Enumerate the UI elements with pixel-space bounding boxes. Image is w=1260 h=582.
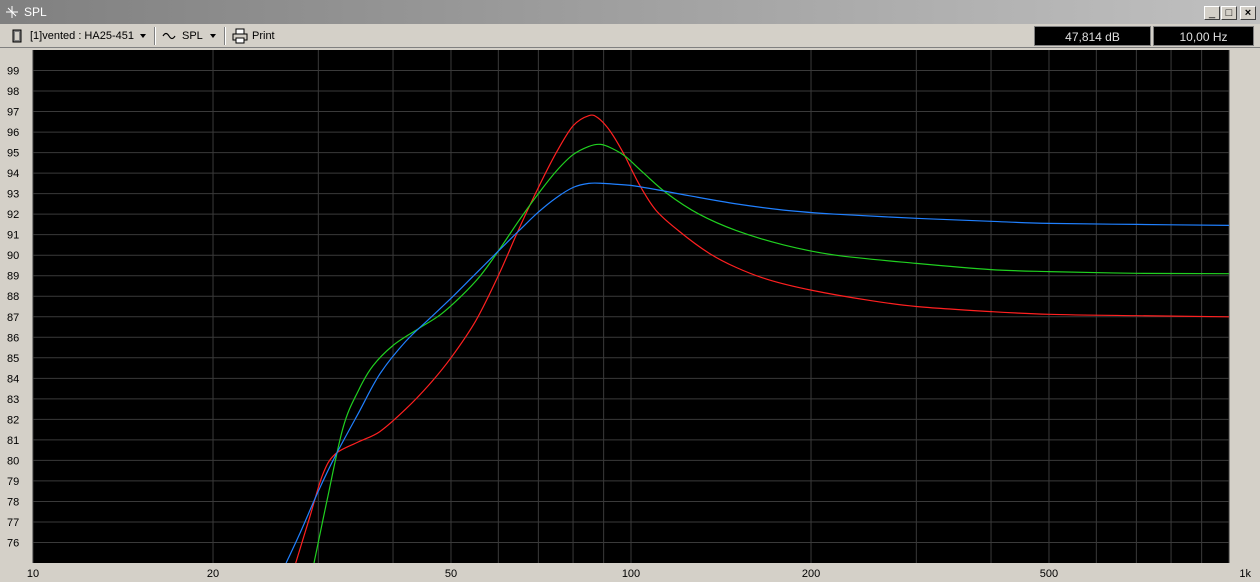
y-tick-label: 83 [7,394,19,406]
printer-icon [232,28,248,44]
y-tick-label: 84 [7,373,19,385]
y-tick-label: 88 [7,291,19,303]
toolbar-separator [224,27,226,45]
y-tick-label: 81 [7,435,19,447]
x-tick-label: 20 [207,568,219,580]
x-tick-label: 500 [1040,568,1058,580]
y-tick-label: 87 [7,312,19,324]
level-readout: 47,814 dB [1034,26,1151,46]
y-tick-label: 94 [7,168,19,180]
title-bar[interactable]: SPL _ □ × [0,0,1260,24]
wave-icon [162,32,176,40]
print-button[interactable]: Print [232,27,282,45]
y-tick-label: 77 [7,517,19,529]
frequency-readout: 10,00 Hz [1153,26,1254,46]
crosshair-icon [6,6,18,18]
y-tick-label: 78 [7,496,19,508]
x-tick-label: 1k [1239,568,1251,580]
y-tick-label: 90 [7,250,19,262]
y-tick-label: 86 [7,332,19,344]
y-tick-label: 92 [7,209,19,221]
y-tick-label: 98 [7,86,19,98]
window-title: SPL [24,5,47,19]
y-tick-label: 85 [7,353,19,365]
speaker-icon [12,29,22,43]
x-tick-label: 100 [622,568,640,580]
y-tick-label: 96 [7,127,19,139]
toolbar: [1]vented : HA25-451 SPL Print 47,814 dB… [0,24,1260,48]
y-tick-label: 76 [7,537,19,549]
y-tick-label: 97 [7,107,19,119]
print-label: Print [252,30,275,42]
y-tick-label: 93 [7,189,19,201]
y-tick-label: 82 [7,414,19,426]
project-dropdown[interactable]: [1]vented : HA25-451 [8,27,150,45]
chevron-down-icon [210,34,216,38]
y-tick-label: 80 [7,455,19,467]
spl-chart-svg[interactable]: 76 77 78 79 80 81 82 83 84 85 86 87 88 89 90 91 92 93 94 95… [0,48,1260,582]
spl-chart[interactable]: 76 77 78 79 80 81 82 83 84 85 86 87 88 89 90 91 92 93 94 95… [0,48,1260,582]
x-tick-label: 10 [27,568,39,580]
y-tick-label: 89 [7,271,19,283]
x-tick-label: 200 [802,568,820,580]
maximize-button[interactable]: □ [1221,6,1237,20]
project-label: [1]vented : HA25-451 [30,30,134,42]
minimize-button[interactable]: _ [1204,6,1220,20]
view-dropdown[interactable]: SPL [162,27,220,45]
chevron-down-icon [140,34,146,38]
toolbar-separator [154,27,156,45]
close-button[interactable]: × [1240,6,1256,20]
x-tick-label: 50 [445,568,457,580]
y-tick-label: 99 [7,66,19,78]
view-label: SPL [182,30,203,42]
y-tick-label: 91 [7,230,19,242]
y-tick-label: 95 [7,148,19,160]
y-tick-label: 79 [7,476,19,488]
